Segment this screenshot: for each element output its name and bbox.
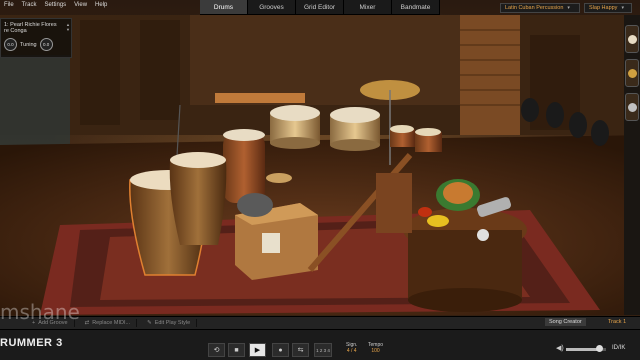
watermark: mshane <box>0 300 80 324</box>
tempo-value: 100 <box>371 348 380 354</box>
logo-text: RUMMER <box>0 337 53 349</box>
main-tabs: Drums Grooves Grid Editor Mixer Bandmate <box>200 0 440 15</box>
tab-mixer[interactable]: Mixer <box>344 0 392 14</box>
kit-strip <box>624 15 640 315</box>
left-window <box>0 55 70 155</box>
menu-bar: File Track Settings View Help <box>0 0 200 12</box>
conga-middle <box>169 152 227 245</box>
style-preset-selector[interactable]: Slap Happy ▾ <box>584 2 632 13</box>
menu-track[interactable]: Track <box>22 2 37 10</box>
tambourine <box>266 173 292 183</box>
instrument-piece: re Conga <box>4 28 27 34</box>
tab-grooves[interactable]: Grooves <box>248 0 296 14</box>
menu-help[interactable]: Help <box>95 2 107 10</box>
follow-icon: ⇆ <box>297 347 304 354</box>
play-icon: ▶ <box>254 347 261 354</box>
kit-preset-selector[interactable]: Latin Cuban Percussion ▾ <box>500 2 580 13</box>
edit-play-style-label: Edit Play Style <box>154 320 191 326</box>
replace-icon: ⇄ <box>84 320 90 326</box>
arrow-updown-icon[interactable]: ▲ ▼ <box>66 22 70 32</box>
time-signature[interactable]: Sign. 4 / 4 <box>346 342 357 354</box>
record-icon: ● <box>278 346 283 354</box>
replace-midi-button[interactable]: ⇄ Replace MIDI... <box>79 319 138 327</box>
track-label[interactable]: Track 1 <box>608 319 626 325</box>
tab-drums[interactable]: Drums <box>200 0 248 14</box>
replace-midi-label: Replace MIDI... <box>92 320 131 326</box>
volume-handle[interactable] <box>596 345 603 352</box>
edit-play-style-button[interactable]: ✎ Edit Play Style <box>141 319 198 327</box>
volume-knob[interactable]: 0.0 <box>4 38 17 51</box>
tab-bandmate[interactable]: Bandmate <box>392 0 440 14</box>
groove-toolbar: + Add Groove ⇄ Replace MIDI... ✎ Edit Pl… <box>0 316 640 329</box>
follow-button[interactable]: ⇆ <box>292 343 309 357</box>
kit-thumb-1[interactable] <box>625 25 639 53</box>
song-creator-button[interactable]: Song Creator <box>545 318 586 326</box>
clave-box <box>376 173 412 233</box>
stop-button[interactable]: ■ <box>228 343 245 357</box>
edit-icon: ✎ <box>147 320 152 326</box>
loop-button[interactable]: ⟲ <box>208 343 225 357</box>
volume-fill <box>566 348 600 351</box>
tab-grid-editor[interactable]: Grid Editor <box>296 0 344 14</box>
ezdrummer-window: File Track Settings View Help Drums Groo… <box>0 0 640 360</box>
instrument-panel: 1: Pearl Richie Flores re Conga 0.0 Tuni… <box>0 18 72 58</box>
percussion-table <box>403 208 527 312</box>
chevron-down-icon: ▾ <box>621 4 624 11</box>
shekere <box>237 193 273 217</box>
kit-thumb-3[interactable] <box>625 93 639 121</box>
speaker-icon: ◀) <box>556 345 564 352</box>
menu-file[interactable]: File <box>4 2 14 10</box>
tuning-knob[interactable]: 0.0 <box>39 38 53 51</box>
loop-icon: ⟲ <box>213 347 220 354</box>
quinto-conga <box>223 129 265 203</box>
drum-room-scene <box>0 15 640 315</box>
menu-view[interactable]: View <box>74 2 87 10</box>
kit-thumb-2[interactable] <box>625 59 639 87</box>
marimba <box>215 93 305 103</box>
kit-preset-label: Latin Cuban Percussion <box>505 4 564 11</box>
vendor-logo: ID/IK <box>612 345 626 351</box>
menu-settings[interactable]: Settings <box>44 2 66 10</box>
stop-icon: ■ <box>234 346 239 354</box>
tempo-control[interactable]: Tempo 100 <box>368 342 383 354</box>
tuning-label: Tuning <box>20 41 37 48</box>
logo-number: 3 <box>56 337 63 349</box>
app-logo: RUMMER 3 <box>0 337 63 349</box>
play-button[interactable]: ▶ <box>249 343 266 357</box>
metronome-button[interactable]: 1 2 3 4 <box>314 343 332 357</box>
instrument-knobs: 0.0 Tuning 0.0 <box>4 38 68 51</box>
record-button[interactable]: ● <box>272 343 289 357</box>
chevron-down-icon: ▾ <box>567 4 570 11</box>
preset-area: Latin Cuban Percussion ▾ Slap Happy ▾ <box>440 0 640 15</box>
sign-value: 4 / 4 <box>346 348 357 354</box>
style-preset-label: Slap Happy <box>589 4 618 11</box>
